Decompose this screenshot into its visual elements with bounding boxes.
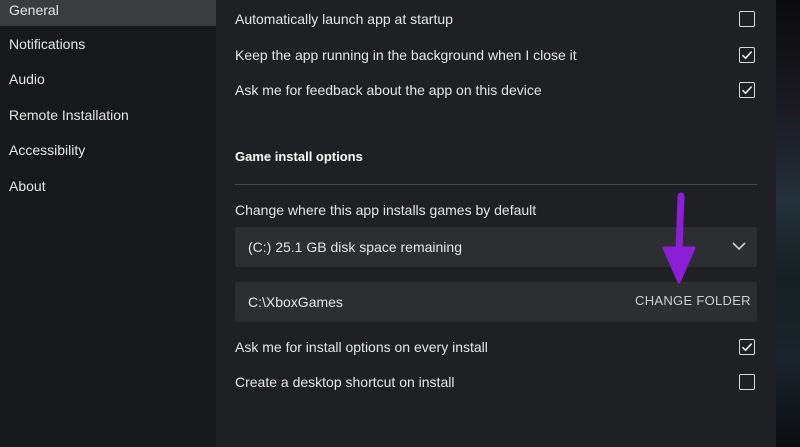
ask-install-options-checkbox[interactable] (739, 339, 755, 355)
section-divider (235, 184, 757, 185)
checkmark-icon (741, 51, 753, 60)
desktop-shortcut-row: Create a desktop shortcut on install (235, 372, 757, 394)
feedback-label: Ask me for feedback about the app on thi… (235, 82, 542, 98)
install-drive-value: (C:) 25.1 GB disk space remaining (248, 239, 462, 255)
feedback-checkbox[interactable] (739, 82, 755, 98)
checkmark-icon (741, 86, 753, 95)
launch-at-startup-label: Automatically launch app at startup (235, 11, 453, 27)
sidebar-item-about[interactable]: About (0, 170, 216, 202)
keep-running-label: Keep the app running in the background w… (235, 47, 577, 63)
keep-running-row: Keep the app running in the background w… (235, 45, 757, 67)
chevron-down-icon (732, 242, 746, 251)
desktop-shortcut-checkbox[interactable] (739, 374, 755, 390)
sidebar-item-remote-installation[interactable]: Remote Installation (0, 99, 216, 131)
settings-sidebar: General Notifications Audio Remote Insta… (0, 0, 216, 447)
change-folder-button[interactable]: CHANGE FOLDER (635, 293, 751, 308)
ask-install-options-label: Ask me for install options on every inst… (235, 339, 488, 355)
sidebar-item-audio[interactable]: Audio (0, 63, 216, 95)
sidebar-item-accessibility[interactable]: Accessibility (0, 134, 216, 166)
sidebar-item-general[interactable]: General (0, 0, 216, 26)
game-install-options-heading: Game install options (235, 149, 363, 164)
arrow-down-icon (662, 192, 696, 284)
feedback-row: Ask me for feedback about the app on thi… (235, 80, 757, 102)
desktop-shortcut-label: Create a desktop shortcut on install (235, 374, 455, 390)
sidebar-item-notifications[interactable]: Notifications (0, 28, 216, 60)
launch-at-startup-checkbox[interactable] (739, 11, 755, 27)
ask-install-options-row: Ask me for install options on every inst… (235, 337, 757, 359)
checkmark-icon (741, 343, 753, 352)
keep-running-checkbox[interactable] (739, 47, 755, 63)
background-art (776, 0, 800, 447)
install-folder-field: C:\XboxGames CHANGE FOLDER (235, 282, 757, 322)
install-folder-path: C:\XboxGames (248, 294, 343, 310)
launch-at-startup-row: Automatically launch app at startup (235, 9, 757, 31)
install-location-label: Change where this app installs games by … (235, 202, 537, 218)
